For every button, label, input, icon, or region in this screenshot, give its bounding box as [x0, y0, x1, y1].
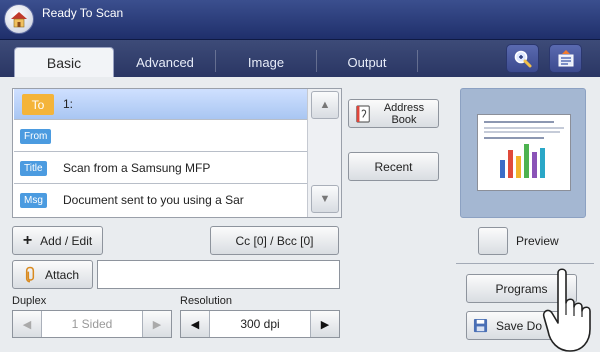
- address-scrollbar[interactable]: ▲ ▼: [307, 89, 341, 217]
- zoom-icon: [514, 50, 531, 67]
- save-document-label: Save Do: [496, 318, 543, 333]
- duplex-label: Duplex: [12, 295, 47, 307]
- zoom-button[interactable]: [506, 44, 539, 73]
- add-edit-label: Add / Edit: [40, 233, 93, 248]
- arrow-right-icon: ▶: [320, 318, 330, 331]
- duplex-next-button[interactable]: ▶: [143, 311, 171, 337]
- app-title: Ready To Scan: [42, 6, 124, 20]
- home-icon: [11, 12, 27, 28]
- home-button[interactable]: [4, 4, 34, 34]
- duplex-prev-button[interactable]: ◀: [13, 311, 41, 337]
- resolution-next-button[interactable]: ▶: [311, 311, 339, 337]
- cc-bcc-button[interactable]: Cc [0] / Bcc [0]: [210, 226, 339, 255]
- address-row-from[interactable]: From: [14, 121, 307, 152]
- preview-panel: [460, 88, 586, 218]
- tab-basic-label: Basic: [46, 54, 82, 71]
- arrow-left-icon: ◀: [22, 318, 32, 331]
- address-row-message[interactable]: Msg Document sent to you using a Sar: [14, 185, 307, 216]
- attach-label: Attach: [45, 267, 80, 282]
- address-list: To 1: From Title Scan from a Samsung MFP…: [12, 88, 342, 218]
- to-badge: To: [22, 94, 54, 115]
- plus-icon: +: [22, 231, 33, 249]
- resolution-label: Resolution: [180, 295, 232, 307]
- from-badge: From: [20, 129, 52, 144]
- tab-advanced[interactable]: Advanced: [115, 47, 215, 77]
- to-value: 1:: [63, 97, 74, 111]
- recent-button[interactable]: Recent: [348, 152, 439, 181]
- preview-label: Preview: [516, 234, 559, 248]
- hand-pointer-icon: [542, 268, 591, 352]
- preview-toggle[interactable]: [478, 227, 508, 255]
- resolution-prev-button[interactable]: ◀: [181, 311, 209, 337]
- address-book-button[interactable]: Address Book: [348, 99, 439, 128]
- tab-advanced-label: Advanced: [136, 54, 194, 70]
- add-edit-button[interactable]: + Add / Edit: [12, 226, 103, 255]
- address-book-icon: [356, 105, 370, 122]
- arrow-down-icon: ▼: [319, 193, 331, 205]
- tab-output[interactable]: Output: [317, 47, 417, 77]
- duplex-stepper[interactable]: ◀ 1 Sided ▶: [12, 310, 172, 338]
- recent-label: Recent: [374, 159, 413, 174]
- tab-basic[interactable]: Basic: [14, 47, 114, 77]
- main-panel: To 1: From Title Scan from a Samsung MFP…: [0, 77, 600, 352]
- resolution-stepper[interactable]: ◀ 300 dpi ▶: [180, 310, 340, 338]
- message-badge: Msg: [20, 193, 47, 208]
- message-value: Document sent to you using a Sar: [63, 193, 244, 207]
- job-status-icon: [558, 49, 573, 66]
- tab-image-label: Image: [247, 54, 285, 70]
- cc-bcc-label: Cc [0] / Bcc [0]: [235, 233, 314, 248]
- attach-file-field[interactable]: [97, 260, 340, 289]
- status-bar: Ready To Scan: [0, 0, 600, 40]
- address-book-label: Address Book: [383, 101, 425, 126]
- address-row-title[interactable]: Title Scan from a Samsung MFP: [14, 153, 307, 184]
- arrow-right-icon: ▶: [152, 318, 162, 331]
- scroll-up-button[interactable]: ▲: [311, 91, 339, 119]
- tab-separator: [417, 50, 418, 72]
- tab-output-label: Output: [347, 54, 387, 70]
- attach-button[interactable]: Attach: [12, 260, 93, 289]
- preview-thumbnail: [477, 114, 571, 191]
- tab-image[interactable]: Image: [216, 47, 316, 77]
- duplex-value: 1 Sided: [41, 311, 143, 337]
- tab-bar: Basic Advanced Image Output: [0, 40, 600, 77]
- address-row-to[interactable]: To 1:: [14, 89, 307, 120]
- title-badge: Title: [20, 161, 47, 176]
- resolution-value: 300 dpi: [209, 311, 311, 337]
- job-status-button[interactable]: [549, 44, 582, 73]
- arrow-up-icon: ▲: [319, 99, 331, 111]
- scroll-down-button[interactable]: ▼: [311, 185, 339, 213]
- arrow-left-icon: ◀: [190, 318, 200, 331]
- floppy-disk-icon: [473, 318, 488, 333]
- divider: [456, 263, 594, 264]
- title-value: Scan from a Samsung MFP: [63, 161, 211, 175]
- paperclip-icon: [25, 266, 35, 282]
